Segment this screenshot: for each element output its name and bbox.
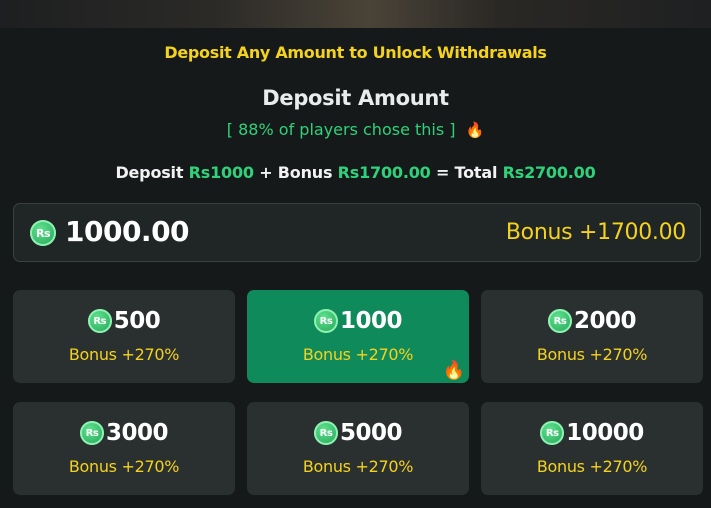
option-bonus: Bonus +270% [302, 457, 414, 476]
fire-icon: 🔥 [465, 121, 485, 139]
summary-deposit-value: Rs1000 [188, 163, 254, 182]
option-amount: 1000 [339, 308, 403, 334]
summary-total-value: Rs2700.00 [502, 163, 596, 182]
top-banner-image [0, 0, 711, 28]
option-bonus: Bonus +270% [302, 345, 414, 364]
summary-bonus-value: Rs1700.00 [337, 163, 431, 182]
popular-hint: [ 88% of players chose this ] 🔥 [0, 120, 711, 139]
amount-option-2000[interactable]: Rs 2000 Bonus +270% [481, 290, 703, 383]
option-bonus: Bonus +270% [536, 345, 648, 364]
option-amount: 10000 [566, 420, 644, 446]
amount-option-1000[interactable]: Rs 1000 Bonus +270% 🔥 [247, 290, 469, 383]
option-bonus: Bonus +270% [536, 457, 648, 476]
deposit-summary: Deposit Rs1000 + Bonus Rs1700.00 = Total… [0, 163, 711, 182]
fire-icon: 🔥 [442, 360, 465, 381]
deposit-amount-input[interactable]: Rs 1000.00 Bonus +1700.00 [13, 203, 701, 262]
option-amount: 5000 [339, 420, 403, 446]
deposit-amount-value[interactable]: 1000.00 [65, 215, 190, 248]
deposit-bonus-value: Bonus +1700.00 [505, 220, 686, 245]
summary-deposit-label: Deposit [115, 163, 189, 182]
rupee-coin-icon: Rs [313, 421, 338, 445]
page-title: Deposit Amount [262, 86, 449, 110]
option-amount: 2000 [573, 308, 637, 334]
amount-options-grid: Rs 500 Bonus +270% Rs 1000 Bonus +270% 🔥 R… [13, 290, 703, 495]
amount-option-500[interactable]: Rs 500 Bonus +270% [13, 290, 235, 383]
amount-option-5000[interactable]: Rs 5000 Bonus +270% [247, 402, 469, 495]
summary-bonus-label: + Bonus [253, 163, 338, 182]
rupee-coin-icon: Rs [30, 220, 56, 246]
option-bonus: Bonus +270% [68, 345, 180, 364]
rupee-coin-icon: Rs [540, 421, 565, 445]
rupee-coin-icon: Rs [79, 421, 104, 445]
rupee-coin-icon: Rs [313, 309, 338, 333]
popular-hint-text: [ 88% of players chose this ] [226, 120, 456, 139]
option-bonus: Bonus +270% [68, 457, 180, 476]
summary-total-label: = Total [430, 163, 503, 182]
amount-option-10000[interactable]: Rs 10000 Bonus +270% [481, 402, 703, 495]
rupee-coin-icon: Rs [547, 309, 572, 333]
withdrawal-notice: Deposit Any Amount to Unlock Withdrawals [164, 43, 547, 62]
option-amount: 500 [113, 308, 161, 334]
rupee-coin-icon: Rs [87, 309, 112, 333]
amount-option-3000[interactable]: Rs 3000 Bonus +270% [13, 402, 235, 495]
option-amount: 3000 [105, 420, 169, 446]
